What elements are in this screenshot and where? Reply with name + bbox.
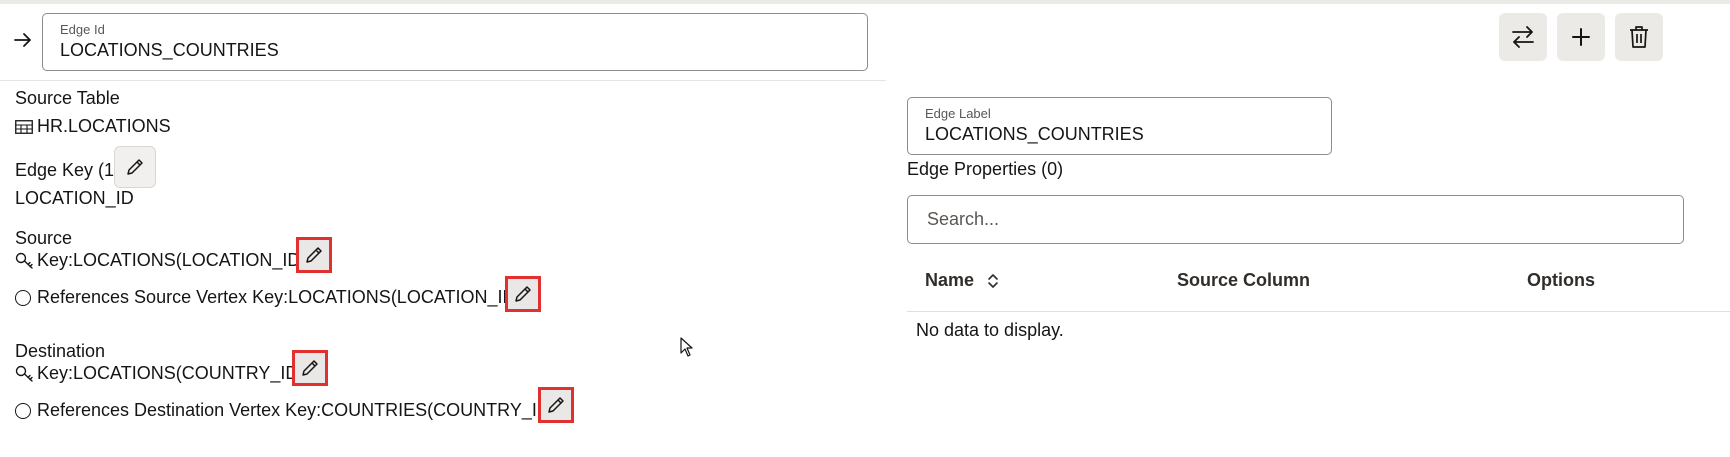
pencil-icon	[306, 247, 322, 263]
edit-destination-key-button[interactable]	[292, 350, 328, 386]
table-icon	[15, 119, 33, 134]
swap-arrows-icon	[1512, 26, 1534, 48]
empty-table-message: No data to display.	[916, 320, 1064, 340]
edit-edge-key-button[interactable]	[114, 146, 156, 188]
pencil-icon	[127, 159, 143, 175]
sort-icon[interactable]	[986, 271, 1000, 291]
section-divider	[0, 80, 886, 81]
edit-source-references-button[interactable]	[505, 276, 541, 312]
key-icon	[15, 365, 33, 382]
source-references-radio[interactable]	[15, 289, 31, 306]
edge-key-value: LOCATION_ID	[15, 188, 134, 208]
source-heading: Source	[15, 228, 73, 248]
delete-button[interactable]	[1615, 13, 1663, 61]
destination-heading: Destination	[15, 341, 106, 361]
edge-key-heading: Edge Key (1)	[15, 160, 121, 180]
source-table-heading: Source Table	[15, 88, 120, 108]
destination-key-row: Key:LOCATIONS(COUNTRY_ID)	[15, 363, 304, 384]
pencil-icon	[302, 360, 318, 376]
edge-id-field[interactable]: Edge Id LOCATIONS_COUNTRIES	[42, 13, 868, 71]
plus-icon	[1572, 28, 1590, 46]
edge-label-label: Edge Label	[925, 106, 991, 121]
column-header-source-column: Source Column	[1177, 270, 1311, 290]
destination-references-radio[interactable]	[15, 402, 31, 419]
pencil-icon	[548, 397, 564, 413]
source-table-row: HR.LOCATIONS	[15, 116, 171, 137]
destination-references-text: References Destination Vertex Key:COUNTR…	[37, 400, 556, 420]
add-button[interactable]	[1557, 13, 1605, 61]
source-references-row[interactable]: References Source Vertex Key:LOCATIONS(L…	[15, 287, 522, 308]
top-border	[0, 0, 1730, 4]
source-key-text: Key:LOCATIONS(LOCATION_ID)	[37, 250, 307, 270]
mouse-cursor-icon	[680, 337, 693, 357]
properties-search-field[interactable]	[907, 195, 1684, 244]
properties-search-input[interactable]	[925, 208, 1669, 231]
destination-references-row[interactable]: References Destination Vertex Key:COUNTR…	[15, 400, 556, 421]
edge-label-field[interactable]: Edge Label LOCATIONS_COUNTRIES	[907, 97, 1332, 155]
source-references-text: References Source Vertex Key:LOCATIONS(L…	[37, 287, 522, 307]
pencil-icon	[515, 286, 531, 302]
edge-label-value[interactable]: LOCATIONS_COUNTRIES	[925, 124, 1144, 145]
destination-key-text: Key:LOCATIONS(COUNTRY_ID)	[37, 363, 305, 383]
column-header-options: Options	[1527, 270, 1595, 290]
source-key-row: Key:LOCATIONS(LOCATION_ID)	[15, 250, 306, 271]
edit-destination-references-button[interactable]	[538, 387, 574, 423]
swap-button[interactable]	[1499, 13, 1547, 61]
source-table-value: HR.LOCATIONS	[37, 116, 171, 136]
arrow-right-icon[interactable]	[13, 30, 33, 50]
table-header-divider	[907, 311, 1730, 312]
edge-id-value[interactable]: LOCATIONS_COUNTRIES	[60, 40, 279, 61]
column-header-name-label: Name	[925, 270, 975, 290]
edit-source-key-button[interactable]	[296, 237, 332, 273]
edge-properties-heading: Edge Properties (0)	[907, 159, 1064, 179]
trash-icon	[1630, 26, 1648, 48]
column-header-name[interactable]: Name	[925, 270, 1000, 291]
key-icon	[15, 252, 33, 269]
edge-id-label: Edge Id	[60, 22, 105, 37]
